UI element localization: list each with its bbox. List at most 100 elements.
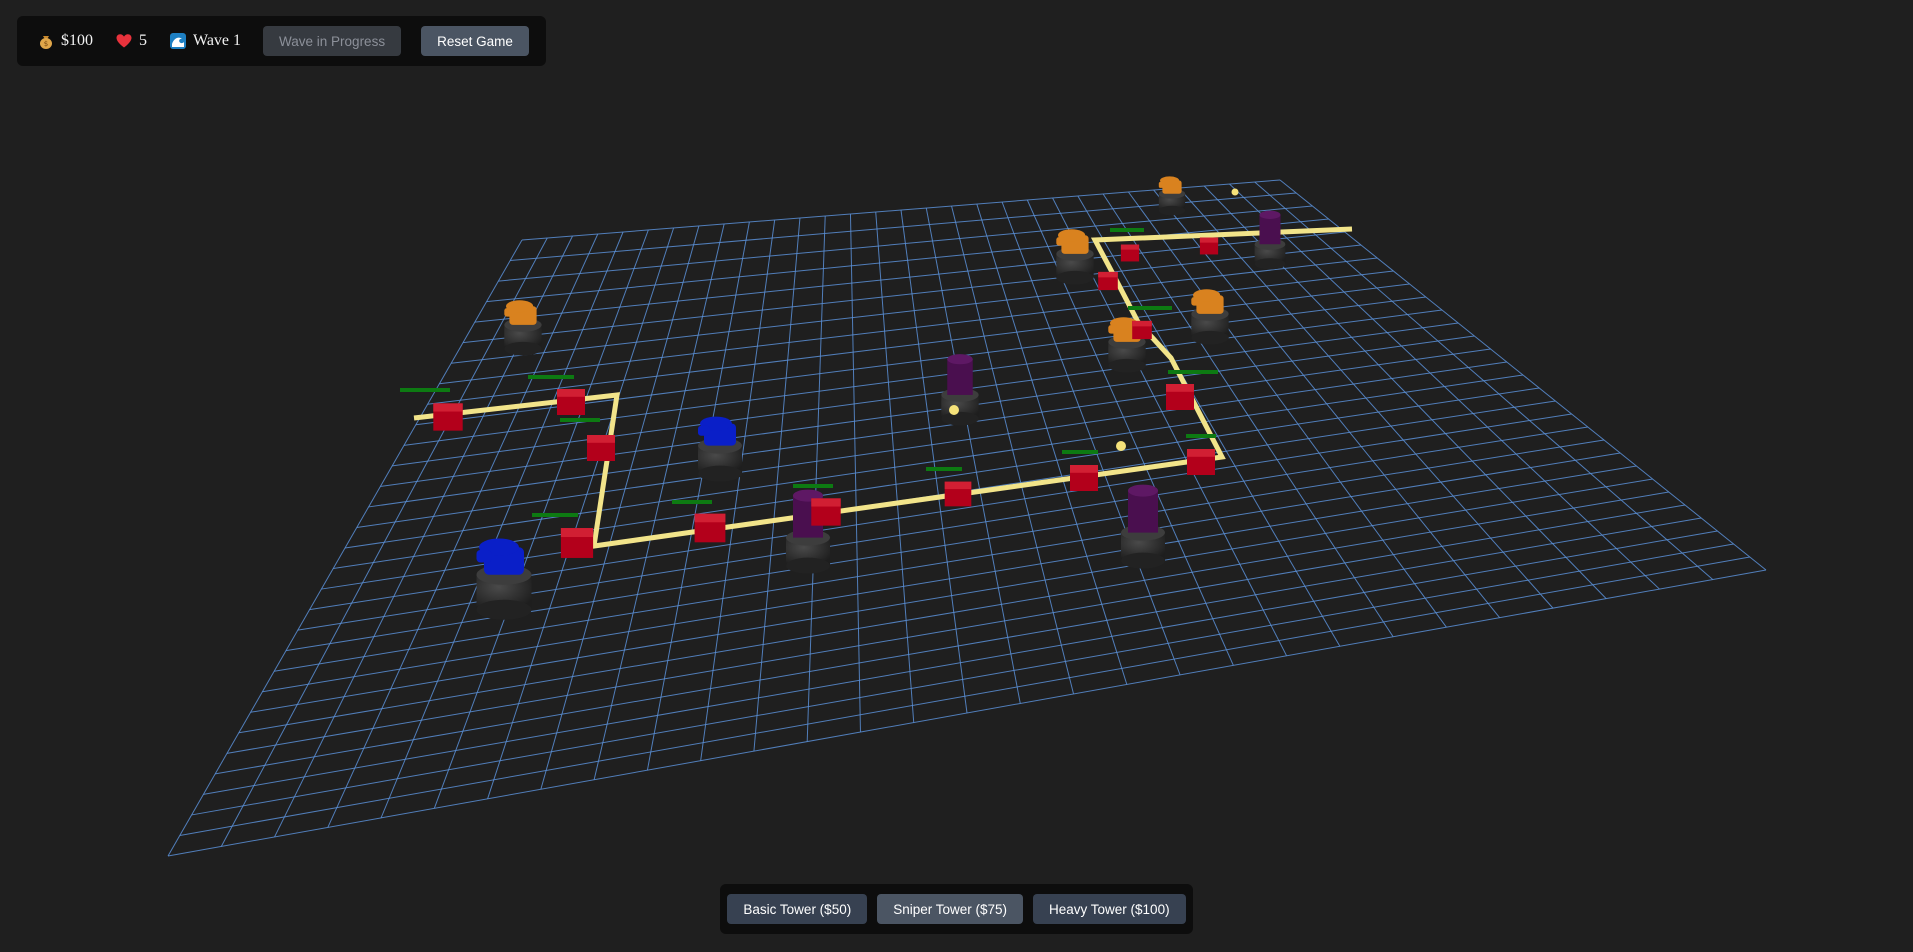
tower-turret-top	[1259, 210, 1281, 220]
enemy-top	[944, 481, 972, 490]
tower-turret	[947, 359, 973, 395]
enemy	[1199, 237, 1219, 255]
enemy-top	[811, 498, 841, 507]
grid-line	[925, 207, 1021, 704]
tower-barrel	[476, 550, 492, 563]
tower-base-bottom	[1121, 552, 1165, 569]
enemy	[400, 388, 463, 431]
tower-base-bottom	[941, 411, 979, 426]
tower-barrel	[698, 425, 710, 436]
enemy-top	[1070, 465, 1098, 473]
tower-barrel	[1108, 325, 1119, 334]
tower-toolbar: Basic Tower ($50) Sniper Tower ($75) Hea…	[720, 884, 1193, 934]
enemy-health-bar	[926, 467, 962, 471]
money-bag-icon: $	[37, 32, 55, 50]
tower-barrel	[1056, 237, 1067, 246]
grid-line	[226, 504, 1686, 754]
tower-barrel	[1191, 297, 1202, 306]
enemy-top	[560, 528, 594, 538]
grid-line	[1279, 179, 1767, 571]
grid-line	[333, 387, 1540, 570]
grid-line	[215, 517, 1702, 775]
tower-base-bottom	[504, 341, 542, 356]
tower-turret-top	[1128, 484, 1158, 497]
grid-floor[interactable]	[167, 179, 1767, 857]
grid-line	[1178, 187, 1554, 609]
grid-line	[1254, 181, 1714, 580]
grid-line	[1229, 183, 1660, 590]
tower-base-bottom	[1108, 358, 1146, 373]
enemy-health-bar	[793, 484, 833, 488]
heavy-tower-button[interactable]: Heavy Tower ($100)	[1033, 894, 1186, 924]
tower-turret-top	[947, 354, 973, 365]
tower-base-bottom	[1158, 205, 1186, 216]
projectile	[949, 405, 959, 415]
basic-tower-button[interactable]: Basic Tower ($50)	[727, 894, 868, 924]
heavy-tower[interactable]	[941, 354, 979, 426]
svg-text:$: $	[44, 40, 48, 48]
heart-icon	[115, 32, 133, 50]
basic-tower[interactable]	[1158, 176, 1186, 216]
wave-value: Wave 1	[193, 32, 242, 49]
grid-line	[179, 556, 1750, 836]
wave-in-progress-button[interactable]: Wave in Progress	[263, 26, 402, 56]
enemy-health-bar	[1110, 228, 1144, 232]
wave-stat: Wave 1	[169, 32, 241, 50]
enemy-top	[1098, 271, 1118, 278]
enemy-top	[1199, 237, 1219, 243]
lives-value: 5	[139, 32, 147, 49]
sniper-tower[interactable]	[476, 538, 532, 620]
projectile	[1231, 188, 1239, 196]
enemy-top	[557, 389, 585, 397]
tower-base-bottom	[698, 465, 742, 482]
tower-base-bottom	[1056, 270, 1094, 285]
tower-base-bottom	[1254, 258, 1286, 270]
tower-barrel	[504, 308, 515, 317]
enemy	[1110, 228, 1144, 262]
tower-base-bottom	[1191, 330, 1229, 345]
tower-base-bottom	[786, 557, 830, 574]
hud-bar: $ $100 5 Wave 1 Wave in Progress Reset G…	[17, 16, 546, 66]
grid-line	[951, 205, 1075, 695]
sniper-tower[interactable]	[698, 416, 742, 482]
enemy-top	[433, 403, 463, 412]
tower-barrel	[1158, 181, 1166, 188]
basic-tower[interactable]	[1056, 229, 1094, 285]
enemy-health-bar	[1128, 306, 1172, 310]
enemy-top	[587, 435, 615, 443]
lives-stat: 5	[115, 32, 147, 50]
grid-line	[1102, 193, 1394, 638]
tower-base-bottom	[476, 599, 532, 620]
money-value: $100	[61, 32, 93, 49]
enemy-health-bar	[528, 375, 574, 379]
reset-game-button[interactable]: Reset Game	[421, 26, 529, 56]
grid-line	[238, 491, 1669, 734]
enemy-top	[1132, 320, 1152, 327]
projectile	[1116, 441, 1126, 451]
enemy	[560, 418, 615, 461]
enemy-health-bar	[672, 500, 712, 504]
grid-line	[191, 543, 1734, 816]
grid-line	[1077, 195, 1341, 647]
game-board[interactable]	[0, 0, 1913, 952]
enemy-health-bar	[560, 418, 600, 422]
enemy-health-bar	[532, 513, 578, 517]
enemy-top	[1166, 384, 1194, 392]
money-stat: $ $100	[37, 32, 93, 50]
enemy	[1062, 450, 1098, 491]
enemy	[1166, 370, 1218, 410]
sniper-tower-button[interactable]: Sniper Tower ($75)	[877, 894, 1024, 924]
enemy-health-bar	[1186, 434, 1216, 438]
wave-icon	[169, 32, 187, 50]
basic-tower[interactable]	[504, 300, 542, 356]
basic-tower[interactable]	[1191, 289, 1229, 345]
enemy-health-bar	[400, 388, 450, 392]
enemy	[528, 375, 585, 415]
enemy-top	[1120, 244, 1140, 250]
tower-turret	[1128, 490, 1158, 533]
enemy-health-bar	[1062, 450, 1098, 454]
enemy-top	[1187, 449, 1215, 457]
heavy-tower[interactable]	[1254, 210, 1286, 270]
grid-line	[203, 530, 1718, 795]
enemy-top	[694, 513, 726, 523]
